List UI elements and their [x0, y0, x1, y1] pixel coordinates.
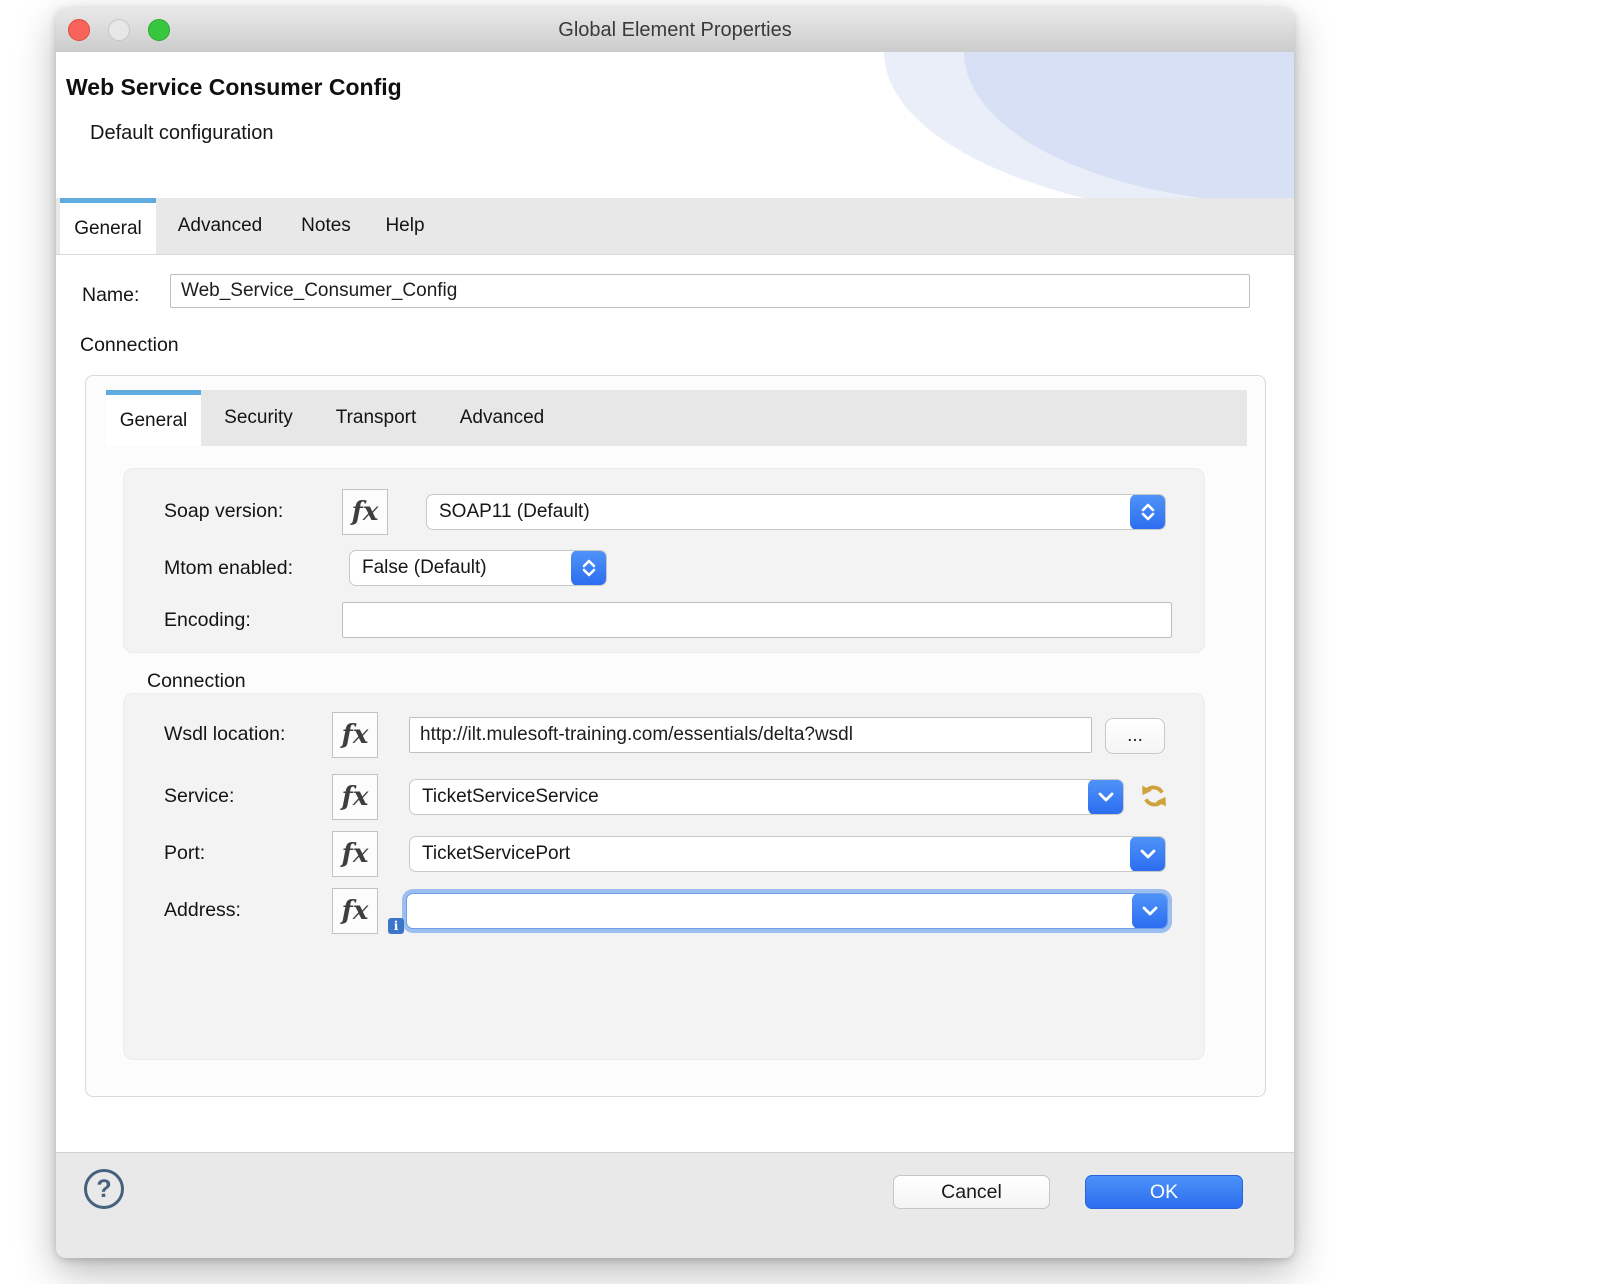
wsdl-fx-button[interactable]: fx [332, 712, 378, 758]
port-label: Port: [164, 842, 205, 865]
tab-advanced[interactable]: Advanced [160, 198, 280, 254]
name-input[interactable]: Web_Service_Consumer_Config [170, 274, 1250, 308]
title-bar: Global Element Properties [56, 8, 1294, 53]
wsdl-location-label: Wsdl location: [164, 723, 285, 746]
tab-help[interactable]: Help [374, 198, 436, 254]
service-fx-button[interactable]: fx [332, 774, 378, 820]
port-select[interactable]: TicketServicePort [409, 836, 1166, 872]
connection-section-label: Connection [80, 334, 179, 357]
chevron-down-icon[interactable] [1132, 893, 1168, 929]
soap-version-fx-button[interactable]: fx [342, 489, 388, 535]
stepper-up-down-icon[interactable] [571, 550, 607, 586]
help-icon[interactable]: ? [84, 1169, 124, 1209]
conn-tab-advanced[interactable]: Advanced [441, 390, 563, 446]
mtom-enabled-label: Mtom enabled: [164, 557, 293, 580]
page-title: Web Service Consumer Config [66, 74, 402, 101]
page-subtitle: Default configuration [90, 122, 273, 145]
conn-tab-transport[interactable]: Transport [316, 390, 436, 446]
connection-group-label: Connection [147, 670, 246, 693]
main-tab-strip: General Advanced Notes Help [56, 198, 1294, 255]
tab-notes[interactable]: Notes [288, 198, 364, 254]
service-select[interactable]: TicketServiceService [409, 779, 1124, 815]
tab-general[interactable]: General [60, 198, 156, 254]
fx-icon: fx [342, 782, 369, 812]
port-fx-button[interactable]: fx [332, 831, 378, 877]
window-title: Global Element Properties [56, 8, 1294, 52]
mtom-enabled-select[interactable]: False (Default) [349, 550, 607, 586]
address-fx-button[interactable]: fx [332, 888, 378, 934]
fx-icon: fx [352, 497, 379, 527]
connection-tab-group: General Security Transport Advanced Soap… [85, 375, 1266, 1097]
chevron-down-icon[interactable] [1088, 779, 1124, 815]
conn-tab-general[interactable]: General [106, 390, 201, 446]
name-label: Name: [82, 284, 139, 307]
wsdl-browse-button[interactable]: ... [1105, 718, 1165, 754]
address-label: Address: [164, 899, 241, 922]
encoding-input[interactable] [342, 602, 1172, 638]
fx-icon: fx [342, 720, 369, 750]
fx-icon: fx [342, 839, 369, 869]
connection-settings-group: Wsdl location: fx http://ilt.mulesoft-tr… [123, 693, 1205, 1060]
stepper-up-down-icon[interactable] [1130, 494, 1166, 530]
info-icon: i [388, 918, 404, 934]
fx-icon: fx [342, 896, 369, 926]
soap-version-label: Soap version: [164, 500, 283, 523]
refresh-icon[interactable] [1135, 777, 1173, 815]
dialog-footer: ? Cancel OK [56, 1152, 1294, 1258]
conn-tab-security[interactable]: Security [206, 390, 311, 446]
address-select[interactable] [406, 893, 1168, 929]
connection-tab-strip: General Security Transport Advanced [106, 390, 1247, 446]
encoding-label: Encoding: [164, 609, 251, 632]
chevron-down-icon[interactable] [1130, 836, 1166, 872]
soap-version-select[interactable]: SOAP11 (Default) [426, 494, 1166, 530]
service-label: Service: [164, 785, 234, 808]
global-element-properties-dialog: Global Element Properties Web Service Co… [56, 8, 1294, 1258]
soap-settings-group: Soap version: fx SOAP11 (Default) Mtom e… [123, 468, 1205, 653]
ok-button[interactable]: OK [1085, 1175, 1243, 1209]
cancel-button[interactable]: Cancel [893, 1175, 1050, 1209]
wsdl-location-input[interactable]: http://ilt.mulesoft-training.com/essenti… [409, 717, 1092, 753]
dialog-header: Web Service Consumer Config Default conf… [56, 52, 1294, 198]
